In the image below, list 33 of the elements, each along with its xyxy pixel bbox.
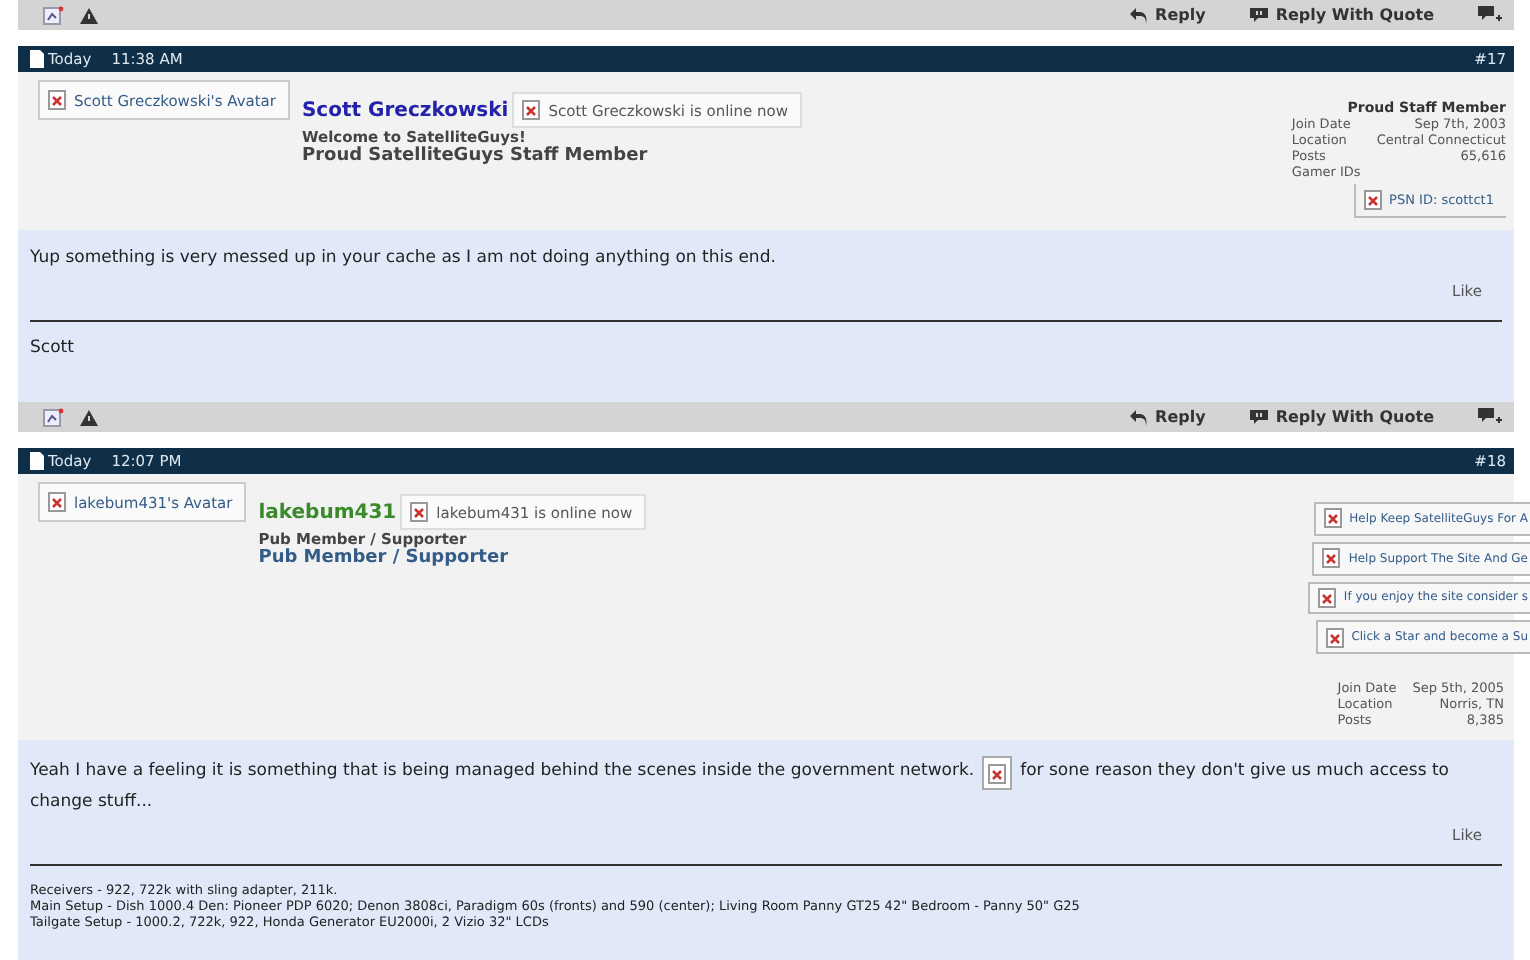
report-icon[interactable] [42, 5, 64, 25]
reply-button[interactable]: Reply [1129, 408, 1206, 426]
user-rank: Pub Member / Supporter [258, 548, 511, 568]
speech-bubble-icon [1249, 7, 1268, 23]
post-message: Yup something is very messed up in your cache as I am not doing anything on this end. [30, 246, 778, 270]
broken-image-icon [1322, 548, 1341, 569]
document-icon [30, 50, 44, 68]
user-rank: Proud SatelliteGuys Staff Member [301, 146, 650, 166]
multi-quote-icon[interactable] [1478, 6, 1502, 24]
broken-image-icon [988, 763, 1007, 783]
signature-line: Scott [30, 338, 76, 358]
reply-arrow-icon [1129, 7, 1148, 23]
broken-image-icon [1323, 508, 1342, 529]
report-icon[interactable] [42, 407, 64, 427]
reply-button[interactable]: Reply [1129, 6, 1206, 24]
broken-image-icon [48, 492, 66, 512]
warning-icon[interactable] [80, 409, 98, 425]
username-link[interactable]: Scott Greczkowski [301, 100, 509, 122]
broken-image-icon [1325, 627, 1344, 648]
document-icon [30, 452, 44, 470]
broken-image-icon [1363, 190, 1382, 210]
username-link[interactable]: lakebum431 [258, 502, 397, 524]
reply-arrow-icon [1129, 409, 1148, 425]
post-message: Yeah I have a feeling it is something that is being managed behind the scenes inside the government network. for sone reason they don't give us much access to change stuff... [30, 756, 1502, 814]
quote-button[interactable]: Reply With Quote [1249, 408, 1434, 426]
broken-image-icon [48, 90, 66, 110]
broken-image-icon [410, 502, 429, 522]
quote-button[interactable]: Reply With Quote [1249, 6, 1434, 24]
speech-bubble-icon [1249, 409, 1268, 425]
warning-icon[interactable] [80, 7, 98, 23]
multi-quote-icon[interactable] [1478, 408, 1502, 426]
broken-image-icon [1317, 587, 1336, 608]
broken-image-icon [522, 100, 541, 120]
